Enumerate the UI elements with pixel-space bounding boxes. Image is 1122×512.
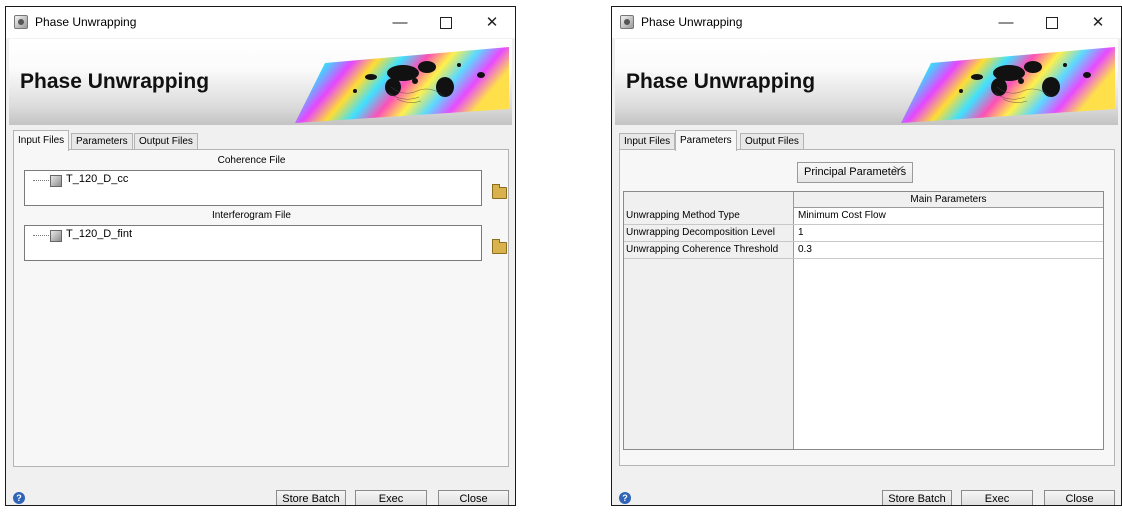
folder-icon[interactable] (492, 239, 507, 254)
title-bar[interactable]: Phase Unwrapping — ✕ (612, 7, 1121, 38)
exec-button[interactable]: Exec (355, 490, 427, 505)
interferogram-banner-image (901, 47, 1115, 123)
raster-file-icon (50, 175, 62, 187)
close-icon[interactable]: ✕ (469, 7, 515, 38)
close-icon[interactable]: ✕ (1075, 7, 1121, 38)
close-button[interactable]: Close (1044, 490, 1115, 505)
phase-unwrapping-window-input-files: Phase Unwrapping — ✕ Phase Unwrapping In… (5, 6, 516, 506)
parameter-label: Unwrapping Decomposition Level (626, 227, 775, 238)
store-batch-button[interactable]: Store Batch (276, 490, 346, 505)
exec-button[interactable]: Exec (961, 490, 1033, 505)
header-banner: Phase Unwrapping (615, 39, 1118, 125)
interferogram-banner-image (295, 47, 509, 123)
window-title: Phase Unwrapping (641, 15, 743, 29)
parameter-label: Unwrapping Method Type (626, 210, 740, 221)
parameters-panel: Principal Parameters ﹀ Main Parameters U… (619, 149, 1115, 466)
coherence-file-name: T_120_D_cc (66, 173, 129, 185)
interferogram-file-name: T_120_D_fint (66, 228, 133, 240)
button-bar: ? Store Batch Exec Close (612, 489, 1121, 505)
app-icon (14, 15, 28, 29)
coherence-file-label: Coherence File (217, 155, 286, 166)
tab-input-files[interactable]: Input Files (13, 130, 70, 151)
parameter-value[interactable]: Minimum Cost Flow (798, 210, 886, 221)
title-bar[interactable]: Phase Unwrapping — ✕ (6, 7, 515, 38)
banner-title: Phase Unwrapping (20, 70, 210, 93)
main-parameters-table: Main Parameters Unwrapping Method Type M… (623, 191, 1104, 450)
coherence-file-field[interactable]: T_120_D_cc (24, 170, 482, 206)
minimize-icon[interactable]: — (377, 7, 423, 38)
input-files-panel: Coherence File T_120_D_cc Interferogram … (13, 149, 509, 467)
tab-input-files[interactable]: Input Files (619, 133, 676, 149)
table-row[interactable]: Unwrapping Method Type Minimum Cost Flow (624, 208, 1103, 225)
store-batch-button[interactable]: Store Batch (882, 490, 952, 505)
interferogram-file-field[interactable]: T_120_D_fint (24, 225, 482, 261)
chevron-down-icon: ﹀ (893, 166, 904, 178)
tree-connector (33, 180, 49, 181)
minimize-icon[interactable]: — (983, 7, 1029, 38)
header-banner: Phase Unwrapping (9, 39, 512, 125)
interferogram-file-label: Interferogram File (212, 210, 291, 221)
window-title: Phase Unwrapping (35, 15, 137, 29)
help-icon[interactable]: ? (13, 492, 25, 504)
parameter-value[interactable]: 1 (798, 227, 804, 238)
close-button[interactable]: Close (438, 490, 509, 505)
tree-connector (33, 235, 49, 236)
folder-icon[interactable] (492, 184, 507, 199)
banner-title: Phase Unwrapping (626, 70, 816, 93)
table-header: Main Parameters (794, 192, 1103, 208)
button-bar: ? Store Batch Exec Close (6, 489, 515, 505)
raster-file-icon (50, 230, 62, 242)
maximize-icon[interactable] (423, 7, 469, 38)
maximize-icon[interactable] (1029, 7, 1075, 38)
app-icon (620, 15, 634, 29)
parameter-label: Unwrapping Coherence Threshold (626, 244, 779, 255)
dropdown-selected-value: Principal Parameters (804, 166, 907, 178)
table-row[interactable]: Unwrapping Coherence Threshold 0.3 (624, 242, 1103, 259)
tab-output-files[interactable]: Output Files (740, 133, 804, 149)
help-icon[interactable]: ? (619, 492, 631, 504)
parameter-value[interactable]: 0.3 (798, 244, 812, 255)
table-row[interactable]: Unwrapping Decomposition Level 1 (624, 225, 1103, 242)
tab-output-files[interactable]: Output Files (134, 133, 198, 149)
tab-parameters[interactable]: Parameters (71, 133, 133, 149)
parameter-group-dropdown[interactable]: Principal Parameters ﹀ (797, 162, 913, 183)
tab-parameters[interactable]: Parameters (675, 130, 737, 151)
phase-unwrapping-window-parameters: Phase Unwrapping — ✕ Phase Unwrapping In… (611, 6, 1122, 506)
